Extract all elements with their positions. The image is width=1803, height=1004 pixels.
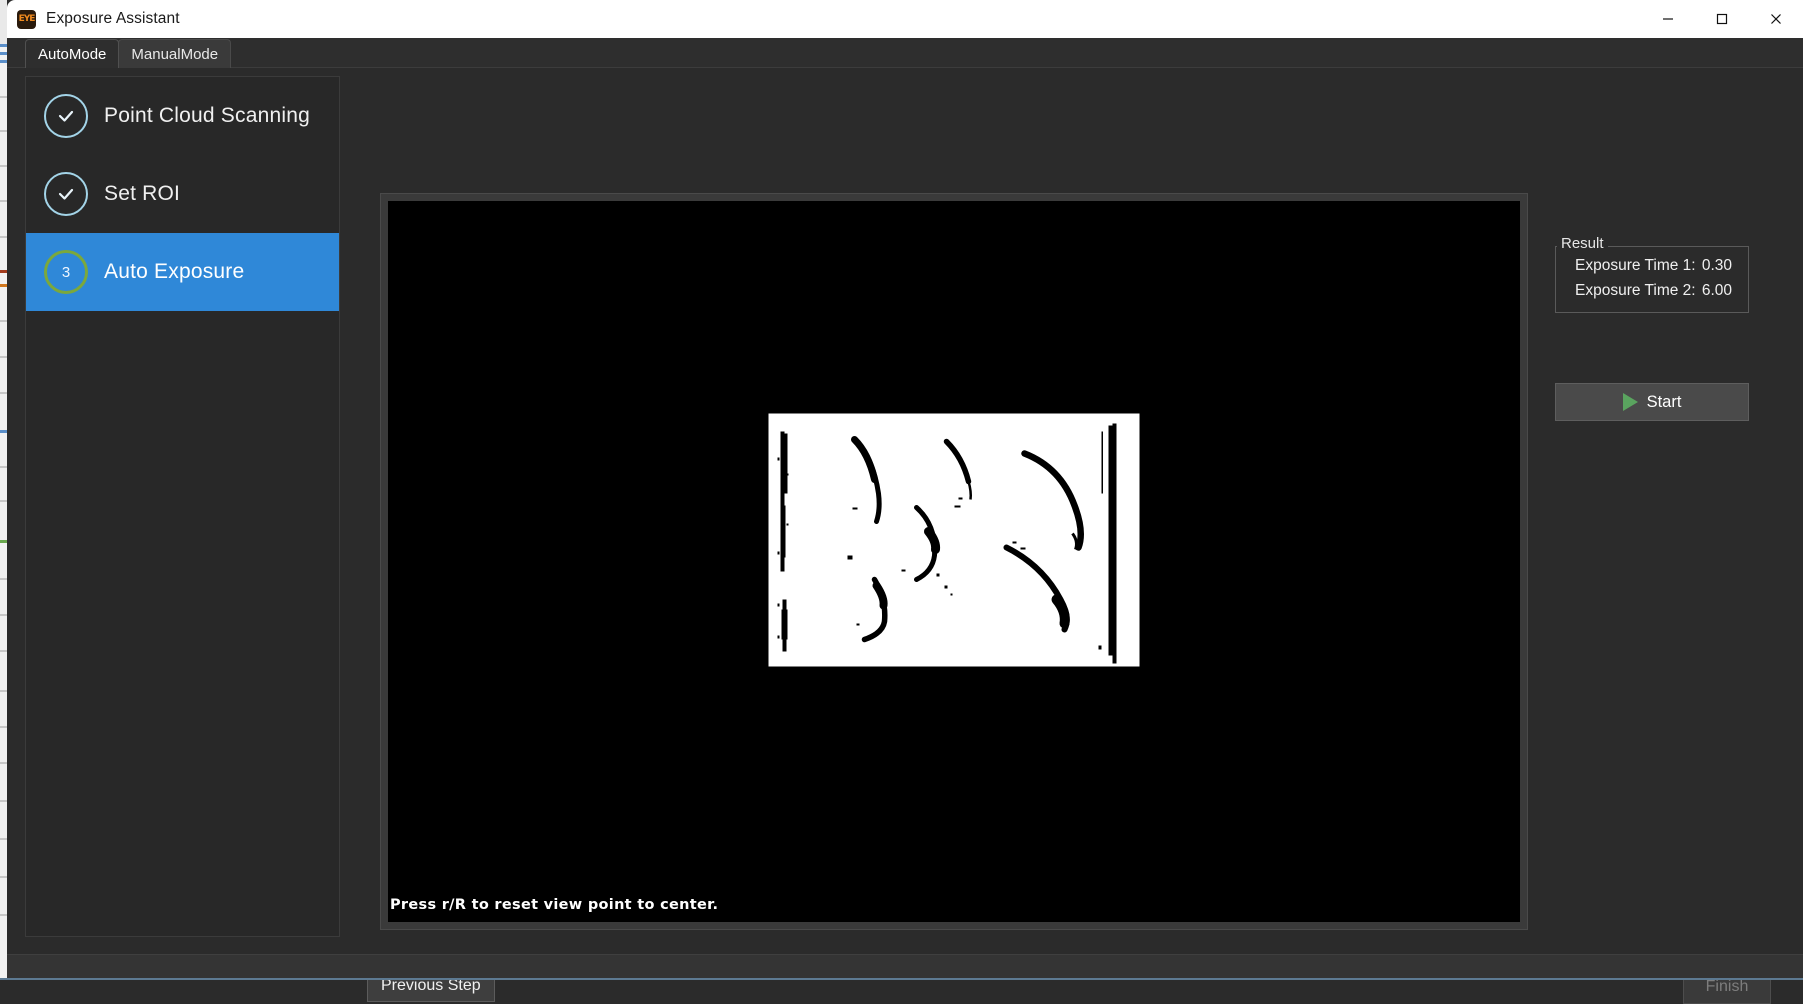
tab-automode-label: AutoMode [38, 46, 106, 63]
check-icon [44, 94, 88, 138]
close-icon[interactable] [1749, 0, 1803, 38]
viewport-frame: Press r/R to reset view point to center. [380, 193, 1528, 930]
step-number: 3 [62, 264, 70, 281]
exposure-time-1-value: 0.30 [1702, 257, 1736, 275]
eye-app-icon: EYE [17, 10, 36, 29]
tab-automode[interactable]: AutoMode [25, 39, 119, 68]
status-bar [7, 954, 1803, 980]
sidebar-item-label: Set ROI [104, 182, 180, 206]
application-window: EYE Exposure Assistant AutoMode ManualMo… [7, 0, 1803, 980]
point-cloud-image [769, 413, 1140, 666]
play-icon [1623, 393, 1638, 411]
result-row: Exposure Time 1: 0.30 [1568, 257, 1736, 275]
start-button[interactable]: Start [1555, 383, 1749, 421]
start-button-label: Start [1647, 393, 1682, 412]
content-area: Point Cloud Scanning Set ROI 3 Auto Expo… [7, 68, 1803, 980]
exposure-time-2-label: Exposure Time 2: [1575, 282, 1696, 300]
tab-manualmode-label: ManualMode [131, 46, 218, 63]
viewport-hint-text: Press r/R to reset view point to center. [390, 897, 718, 913]
result-group: Result Exposure Time 1: 0.30 Exposure Ti… [1555, 246, 1749, 313]
sidebar-item-set-roi[interactable]: Set ROI [26, 155, 339, 233]
exposure-time-1-label: Exposure Time 1: [1575, 257, 1696, 275]
minimize-icon[interactable] [1641, 0, 1695, 38]
background-window-sliver [0, 0, 7, 980]
title-bar: EYE Exposure Assistant [7, 0, 1803, 38]
sidebar-item-label: Auto Exposure [104, 260, 244, 284]
sidebar-item-label: Point Cloud Scanning [104, 104, 310, 128]
check-icon [44, 172, 88, 216]
exposure-time-2-value: 6.00 [1702, 282, 1736, 300]
result-legend: Result [1557, 235, 1608, 252]
step-sidebar: Point Cloud Scanning Set ROI 3 Auto Expo… [25, 76, 340, 937]
tab-manualmode[interactable]: ManualMode [118, 39, 231, 68]
sidebar-item-auto-exposure[interactable]: 3 Auto Exposure [26, 233, 339, 311]
window-controls [1641, 0, 1803, 38]
result-row: Exposure Time 2: 6.00 [1568, 282, 1736, 300]
result-box: Exposure Time 1: 0.30 Exposure Time 2: 6… [1555, 246, 1749, 313]
tab-bar: AutoMode ManualMode [7, 38, 1803, 68]
sidebar-item-point-cloud-scanning[interactable]: Point Cloud Scanning [26, 77, 339, 155]
maximize-icon[interactable] [1695, 0, 1749, 38]
step-number-badge: 3 [44, 250, 88, 294]
right-panel: Result Exposure Time 1: 0.30 Exposure Ti… [1547, 193, 1787, 930]
point-cloud-viewport[interactable]: Press r/R to reset view point to center. [388, 201, 1520, 922]
window-title: Exposure Assistant [46, 10, 180, 28]
